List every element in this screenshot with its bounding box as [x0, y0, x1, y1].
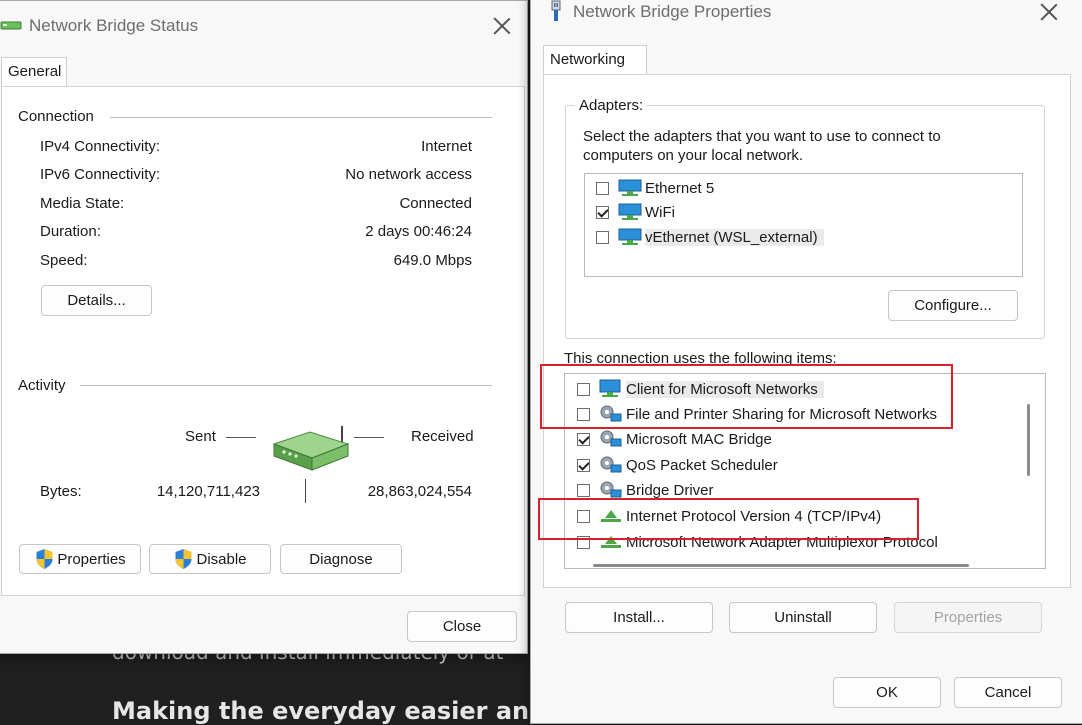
ipv4-value: Internet — [421, 138, 472, 155]
bytes-label: Bytes: — [40, 483, 82, 500]
component-properties-button[interactable]: Properties — [894, 602, 1042, 633]
received-line — [354, 437, 384, 438]
adapters-instruction-1: Select the adapters that you want to use… — [583, 128, 941, 145]
network-adapter-icon — [618, 179, 642, 196]
install-button[interactable]: Install... — [565, 602, 713, 633]
adapter-label: Ethernet 5 — [645, 179, 715, 197]
component-checkbox[interactable] — [577, 458, 590, 472]
uac-shield-icon — [175, 549, 192, 569]
highlight-box-ipv4 — [538, 498, 919, 540]
network-adapter-icon — [618, 228, 642, 245]
disable-label: Disable — [196, 550, 247, 568]
media-state-label: Media State: — [40, 195, 125, 212]
adapter-checkbox[interactable] — [596, 230, 609, 244]
adapter-item-wifi[interactable]: WiFi — [596, 201, 675, 223]
ipv6-label: IPv6 Connectivity: — [40, 166, 161, 183]
status-properties-button[interactable]: Properties — [19, 544, 141, 574]
sent-label: Sent — [185, 428, 216, 445]
bytes-sent-value: 14,120,711,423 — [156, 483, 260, 500]
component-checkbox[interactable] — [577, 432, 590, 446]
adapters-instruction-2: computers on your local network. — [583, 147, 804, 164]
component-item-qos[interactable]: QoS Packet Scheduler — [577, 454, 778, 476]
received-label: Received — [411, 428, 474, 445]
status-general-panel: Connection IPv4 Connectivity: Internet I… — [1, 86, 525, 596]
properties-titlebar[interactable]: Network Bridge Properties — [531, 0, 1082, 43]
tab-networking[interactable]: Networking — [543, 45, 647, 75]
connection-heading: Connection — [18, 108, 104, 125]
adapter-item-vethernet[interactable]: vEthernet (WSL_external) — [596, 226, 824, 248]
adapter-checkbox[interactable] — [596, 205, 609, 219]
adapters-list[interactable]: Ethernet 5 WiFi vEthernet (WSL_external) — [584, 173, 1023, 277]
adapter-checkbox[interactable] — [596, 181, 609, 195]
horizontal-scrollbar-thumb[interactable] — [593, 564, 969, 567]
network-router-icon — [272, 426, 350, 471]
adapter-item-ethernet5[interactable]: Ethernet 5 — [596, 177, 714, 199]
speed-label: Speed: — [40, 252, 88, 269]
status-close-icon[interactable] — [492, 16, 512, 36]
service-icon — [600, 456, 622, 473]
network-adapter-icon — [618, 203, 642, 220]
network-cable-icon — [551, 0, 561, 21]
ipv4-label: IPv4 Connectivity: — [40, 138, 161, 155]
status-window-title: Network Bridge Status — [29, 16, 199, 35]
cancel-button[interactable]: Cancel — [954, 677, 1062, 708]
bytes-received-value: 28,863,024,554 — [367, 483, 472, 500]
uninstall-button[interactable]: Uninstall — [729, 602, 877, 633]
activity-separator — [305, 479, 306, 503]
sent-line — [226, 437, 256, 438]
connection-divider — [110, 117, 492, 118]
component-label: Bridge Driver — [626, 481, 714, 499]
component-label: Microsoft MAC Bridge — [626, 430, 772, 448]
highlight-box-client-sharing — [540, 364, 953, 429]
properties-window-title: Network Bridge Properties — [573, 2, 772, 21]
component-checkbox[interactable] — [577, 483, 590, 497]
disable-button[interactable]: Disable — [149, 544, 271, 574]
adapter-label: WiFi — [645, 203, 675, 221]
status-titlebar[interactable]: Network Bridge Status — [0, 1, 527, 51]
status-close-button[interactable]: Close — [407, 611, 517, 642]
diagnose-button[interactable]: Diagnose — [280, 544, 402, 574]
duration-value: 2 days 00:46:24 — [365, 223, 472, 240]
adapters-heading: Adapters: — [575, 97, 648, 114]
background-text-line2: Making the everyday easier and — [112, 697, 547, 725]
properties-close-icon[interactable] — [1039, 2, 1059, 22]
network-bridge-properties-window: Network Bridge Properties Networking Ada… — [530, 0, 1082, 724]
component-item-mac-bridge[interactable]: Microsoft MAC Bridge — [577, 428, 772, 450]
tab-general[interactable]: General — [1, 57, 67, 87]
component-label: QoS Packet Scheduler — [626, 456, 778, 474]
service-icon — [600, 481, 622, 498]
duration-label: Duration: — [40, 223, 101, 240]
networking-panel: Adapters: Select the adapters that you w… — [538, 74, 1071, 588]
status-properties-label: Properties — [57, 550, 126, 568]
activity-divider — [80, 385, 492, 386]
ok-button[interactable]: OK — [833, 677, 941, 708]
adapter-label: vEthernet (WSL_external) — [645, 228, 824, 246]
network-bridge-icon — [0, 21, 22, 30]
speed-value: 649.0 Mbps — [393, 252, 472, 269]
network-bridge-status-window: Network Bridge Status General Connection… — [0, 0, 528, 654]
service-icon — [600, 430, 622, 447]
configure-button[interactable]: Configure... — [888, 290, 1018, 321]
activity-heading: Activity — [18, 377, 76, 394]
vertical-scrollbar-thumb[interactable] — [1027, 404, 1030, 476]
media-state-value: Connected — [399, 195, 472, 212]
uac-shield-icon — [36, 549, 53, 569]
details-button[interactable]: Details... — [41, 285, 152, 316]
ipv6-value: No network access — [345, 166, 472, 183]
